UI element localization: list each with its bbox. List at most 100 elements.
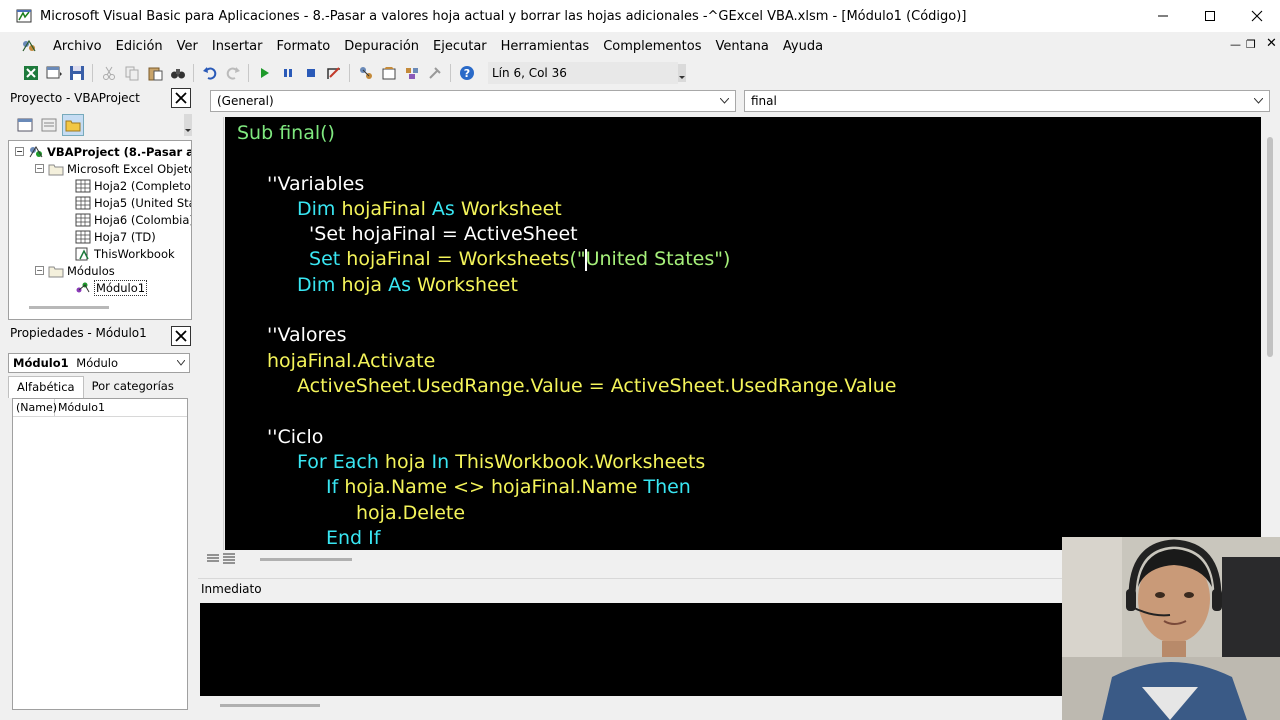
redo-button[interactable] — [222, 62, 244, 84]
copy-button[interactable] — [121, 62, 143, 84]
code-vertical-scrollbar[interactable] — [1262, 117, 1278, 550]
tree-node-hoja5[interactable]: Hoja5 (United State — [75, 194, 191, 211]
tree-horizontal-scrollbar[interactable] — [29, 306, 109, 309]
view-excel-button[interactable] — [20, 62, 42, 84]
procedure-view-icon[interactable] — [206, 552, 220, 564]
tree-node-thisworkbook[interactable]: ThisWorkbook — [75, 245, 175, 262]
menu-edicion[interactable]: Edición — [109, 39, 170, 54]
procedure-combo[interactable]: final — [744, 90, 1270, 112]
mdi-minimize-button[interactable]: — — [1230, 38, 1241, 51]
properties-object-select[interactable]: Módulo1 Módulo — [8, 353, 190, 373]
code-line[interactable]: Set hojaFinal = Worksheets("United State… — [303, 247, 730, 271]
run-button[interactable] — [254, 62, 276, 84]
menu-ayuda[interactable]: Ayuda — [776, 39, 830, 54]
scroll-thumb[interactable] — [220, 704, 320, 707]
menu-herramientas[interactable]: Herramientas — [494, 39, 597, 54]
paste-button[interactable] — [144, 62, 166, 84]
undo-button[interactable] — [199, 62, 221, 84]
maximize-button[interactable] — [1187, 0, 1233, 32]
toggle-folders-button[interactable] — [62, 114, 84, 136]
tab-alfabetica[interactable]: Alfabética — [8, 376, 84, 398]
menu-insertar[interactable]: Insertar — [205, 39, 270, 54]
cut-button[interactable] — [98, 62, 120, 84]
collapse-toggle[interactable]: − — [15, 147, 24, 156]
menu-ventana[interactable]: Ventana — [708, 39, 775, 54]
tab-por-categorias[interactable]: Por categorías — [84, 376, 182, 398]
find-button[interactable] — [167, 62, 189, 84]
insert-userform-button[interactable] — [43, 62, 65, 84]
tree-node-hoja6[interactable]: Hoja6 (Colombia) — [75, 211, 191, 228]
vba-menu-icon[interactable] — [20, 37, 38, 55]
tree-node-hoja7[interactable]: Hoja7 (TD) — [75, 228, 156, 245]
code-line[interactable]: hoja.Delete — [356, 501, 465, 525]
tree-node-modulos[interactable]: − Módulos — [35, 262, 115, 279]
code-line[interactable]: ''Variables — [267, 172, 364, 196]
minimize-button[interactable] — [1140, 0, 1186, 32]
tree-node-modulo1[interactable]: Módulo1 — [75, 279, 148, 296]
code-token: Sub final() — [237, 122, 335, 144]
full-module-view-icon[interactable] — [222, 552, 236, 564]
properties-grid: (Name) Módulo1 — [12, 398, 188, 710]
code-line[interactable]: ActiveSheet.UsedRange.Value = ActiveShee… — [297, 374, 896, 398]
save-button[interactable] — [66, 62, 88, 84]
collapse-toggle[interactable]: − — [35, 164, 44, 173]
project-toolbar — [8, 112, 192, 138]
tree-node-excel-objects[interactable]: − Microsoft Excel Objetos — [35, 160, 191, 177]
code-line[interactable]: hojaFinal.Activate — [267, 349, 435, 373]
code-line[interactable]: ''Ciclo — [267, 425, 323, 449]
menu-depuracion[interactable]: Depuración — [337, 39, 426, 54]
code-token: Worksheet — [460, 198, 562, 220]
code-line[interactable]: ''Valores — [267, 323, 347, 347]
menu-ver[interactable]: Ver — [170, 39, 205, 54]
code-token: hoja.Delete — [356, 502, 466, 524]
mdi-restore-button[interactable]: ❐ — [1246, 38, 1256, 51]
code-token: hojaFinal = Worksheets — [346, 248, 570, 270]
toolbox-button[interactable] — [424, 62, 446, 84]
code-line[interactable]: Dim hoja As Worksheet — [297, 273, 518, 297]
toolbar-options-icon[interactable] — [678, 64, 686, 82]
menu-archivo[interactable]: Archivo — [46, 39, 109, 54]
properties-panel-close-button[interactable] — [171, 326, 191, 346]
binoculars-icon — [171, 69, 185, 79]
tree-node-vbaproject[interactable]: − VBAProject (8.-Pasar a — [15, 143, 191, 160]
code-line[interactable]: Dim hojaFinal As Worksheet — [297, 197, 562, 221]
code-margin-indicator-bar[interactable] — [202, 117, 224, 550]
webcam-presenter-video — [1062, 537, 1280, 720]
worksheet-icon — [75, 179, 91, 192]
tree-node-hoja2[interactable]: Hoja2 (Completo) — [75, 177, 191, 194]
design-mode-button[interactable] — [323, 62, 345, 84]
scroll-thumb[interactable] — [1267, 137, 1273, 357]
immediate-window-title: Inmediato — [198, 578, 1064, 602]
break-button[interactable] — [277, 62, 299, 84]
code-line[interactable]: Sub final() — [237, 121, 335, 145]
code-line[interactable]: 'Set hojaFinal = ActiveSheet — [303, 222, 578, 246]
object-browser-button[interactable] — [401, 62, 423, 84]
code-editor[interactable]: Sub final() ''Variables Dim hojaFinal As W… — [225, 117, 1261, 550]
code-horizontal-scroll-thumb[interactable] — [260, 558, 352, 561]
object-combo[interactable]: (General) — [210, 90, 736, 112]
project-toolbar-options-icon[interactable] — [184, 114, 192, 136]
view-code-button[interactable] — [14, 114, 36, 136]
project-explorer-button[interactable] — [355, 62, 377, 84]
close-button[interactable] — [1234, 0, 1280, 32]
project-panel-close-button[interactable] — [171, 88, 191, 108]
collapse-toggle[interactable]: − — [35, 266, 44, 275]
mdi-close-button[interactable]: ✕ — [1266, 36, 1277, 51]
code-token: Set — [303, 248, 347, 270]
immediate-horizontal-scrollbar[interactable] — [200, 696, 1064, 714]
code-line[interactable]: If hoja.Name <> hojaFinal.Name Then — [326, 475, 691, 499]
help-button[interactable]: ? — [456, 62, 478, 84]
code-line[interactable]: End If — [326, 526, 380, 550]
view-object-button[interactable] — [38, 114, 60, 136]
code-line[interactable]: For Each hoja In ThisWorkbook.Worksheets — [297, 450, 705, 474]
menu-formato[interactable]: Formato — [269, 39, 337, 54]
menu-ejecutar[interactable]: Ejecutar — [426, 39, 494, 54]
property-row[interactable]: (Name) Módulo1 — [13, 399, 187, 417]
reset-button[interactable] — [300, 62, 322, 84]
immediate-window[interactable] — [200, 603, 1064, 696]
view-code-icon — [17, 118, 33, 132]
menu-complementos[interactable]: Complementos — [596, 39, 708, 54]
pause-icon — [284, 69, 292, 77]
property-value[interactable]: Módulo1 — [55, 399, 105, 416]
properties-window-button[interactable] — [378, 62, 400, 84]
